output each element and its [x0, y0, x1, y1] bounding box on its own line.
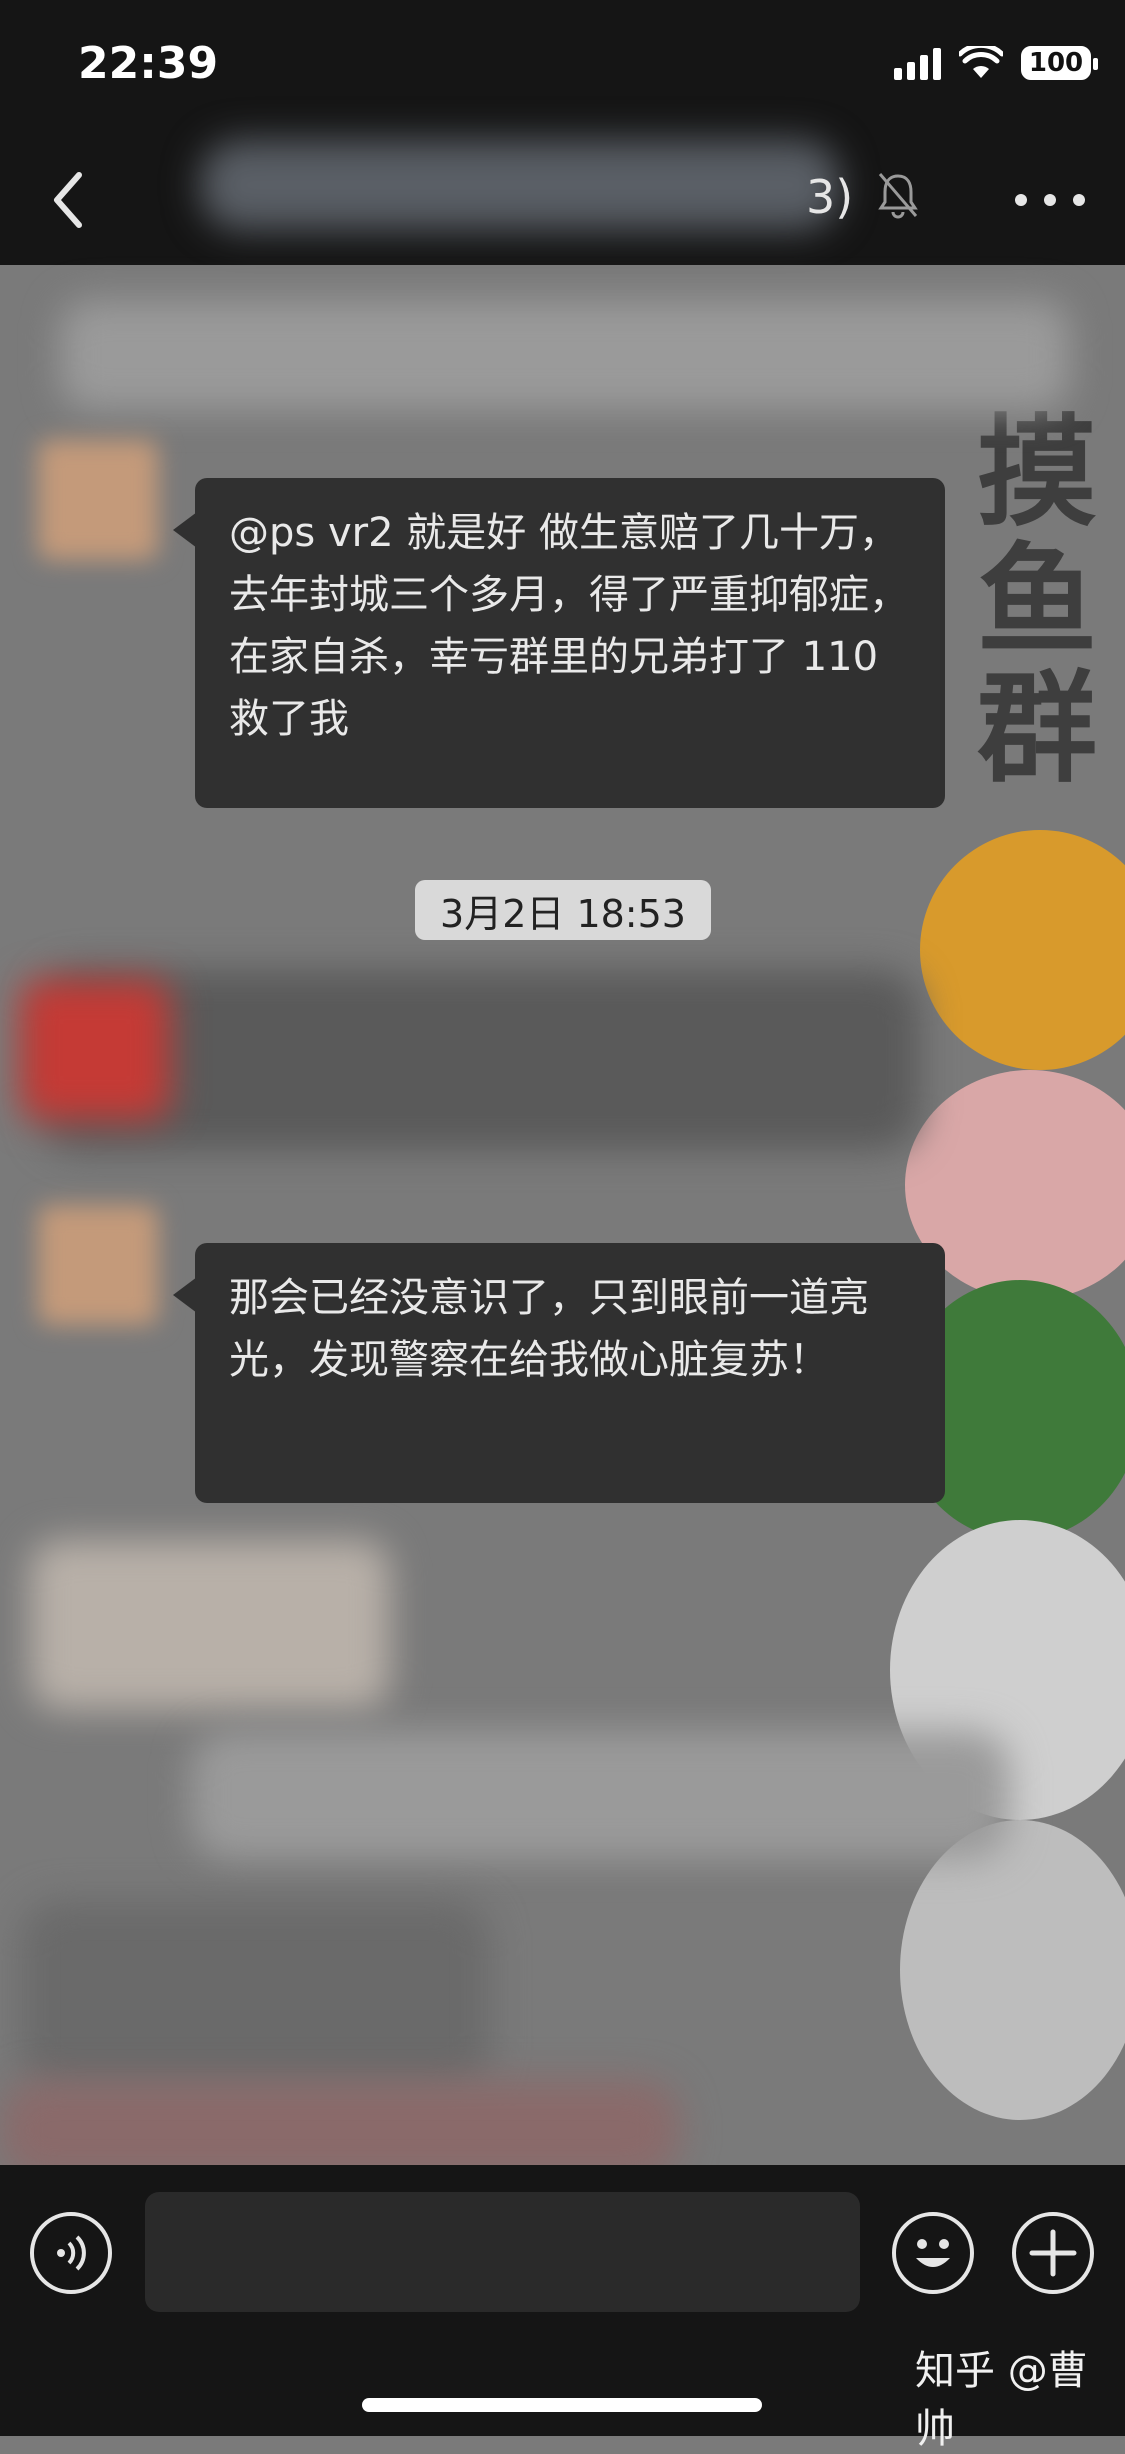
message-text: @ps vr2 就是好 做生意赔了几十万，去年封城三个多月，得了严重抑郁症，在家…: [229, 510, 909, 742]
voice-input-button[interactable]: [30, 2212, 112, 2294]
signal-icon: [894, 46, 941, 80]
status-time: 22:39: [78, 38, 219, 89]
status-indicators: 100: [894, 46, 1098, 80]
more-functions-button[interactable]: [1012, 2212, 1094, 2294]
more-options-button[interactable]: [1015, 170, 1085, 230]
redacted-message: [30, 1540, 390, 1710]
chat-title-redacted: [200, 140, 840, 230]
plus-icon: [1029, 2229, 1077, 2277]
wallpaper-text: 摸鱼群: [977, 404, 1097, 799]
home-indicator[interactable]: [362, 2398, 762, 2412]
battery-icon: 100: [1021, 46, 1098, 80]
voice-icon: [57, 2235, 86, 2271]
wallpaper-cat-white-2: [900, 1820, 1125, 2120]
message-input[interactable]: [145, 2192, 860, 2312]
message-bubble[interactable]: @ps vr2 就是好 做生意赔了几十万，去年封城三个多月，得了严重抑郁症，在家…: [173, 478, 945, 808]
wifi-icon: [959, 46, 1003, 78]
member-count: 3): [806, 170, 854, 224]
battery-level: 100: [1028, 48, 1084, 78]
back-icon[interactable]: [45, 165, 93, 235]
watermark: 知乎 @曹帅: [915, 2348, 1088, 2452]
timestamp: 3月2日 18:53: [415, 880, 711, 940]
redacted-message: [60, 300, 1070, 410]
redacted-message: [40, 970, 920, 1150]
avatar[interactable]: [38, 440, 158, 560]
redacted-message: [190, 1730, 1010, 1860]
message-text: 那会已经没意识了，只到眼前一道亮光，发现警察在给我做心脏复苏！: [229, 1275, 869, 1383]
mute-bell-icon: [878, 173, 918, 219]
message-bubble[interactable]: 那会已经没意识了，只到眼前一道亮光，发现警察在给我做心脏复苏！: [173, 1243, 945, 1503]
smiley-icon: [916, 2239, 950, 2267]
emoji-button[interactable]: [892, 2212, 974, 2294]
redacted-message: [20, 1900, 490, 2090]
wallpaper-cat-orange: [920, 830, 1125, 1070]
avatar[interactable]: [38, 1205, 158, 1325]
redacted-avatar: [20, 980, 170, 1120]
